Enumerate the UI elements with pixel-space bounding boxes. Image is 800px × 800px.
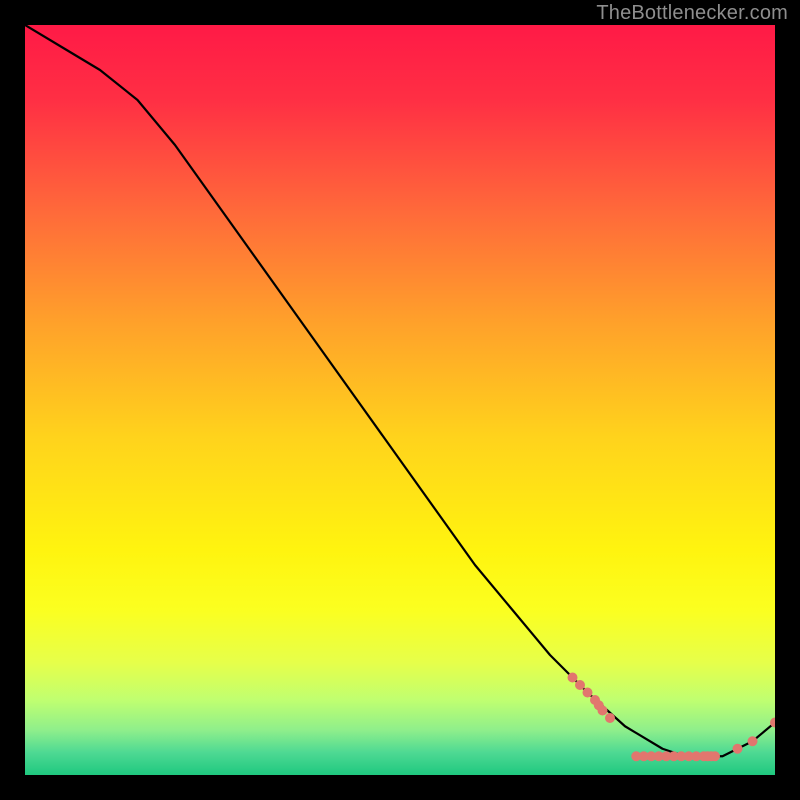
watermark-text: TheBottlenecker.com (596, 2, 788, 25)
marker-point (605, 713, 615, 723)
marker-point (710, 751, 720, 761)
marker-point (748, 736, 758, 746)
curve-line (25, 25, 775, 756)
curve-overlay (25, 25, 775, 775)
marker-group (568, 673, 776, 762)
marker-point (733, 744, 743, 754)
marker-point (575, 680, 585, 690)
chart-frame: TheBottlenecker.com (0, 0, 800, 800)
marker-point (568, 673, 578, 683)
marker-point (598, 706, 608, 716)
marker-point (583, 688, 593, 698)
plot-area (25, 25, 775, 775)
